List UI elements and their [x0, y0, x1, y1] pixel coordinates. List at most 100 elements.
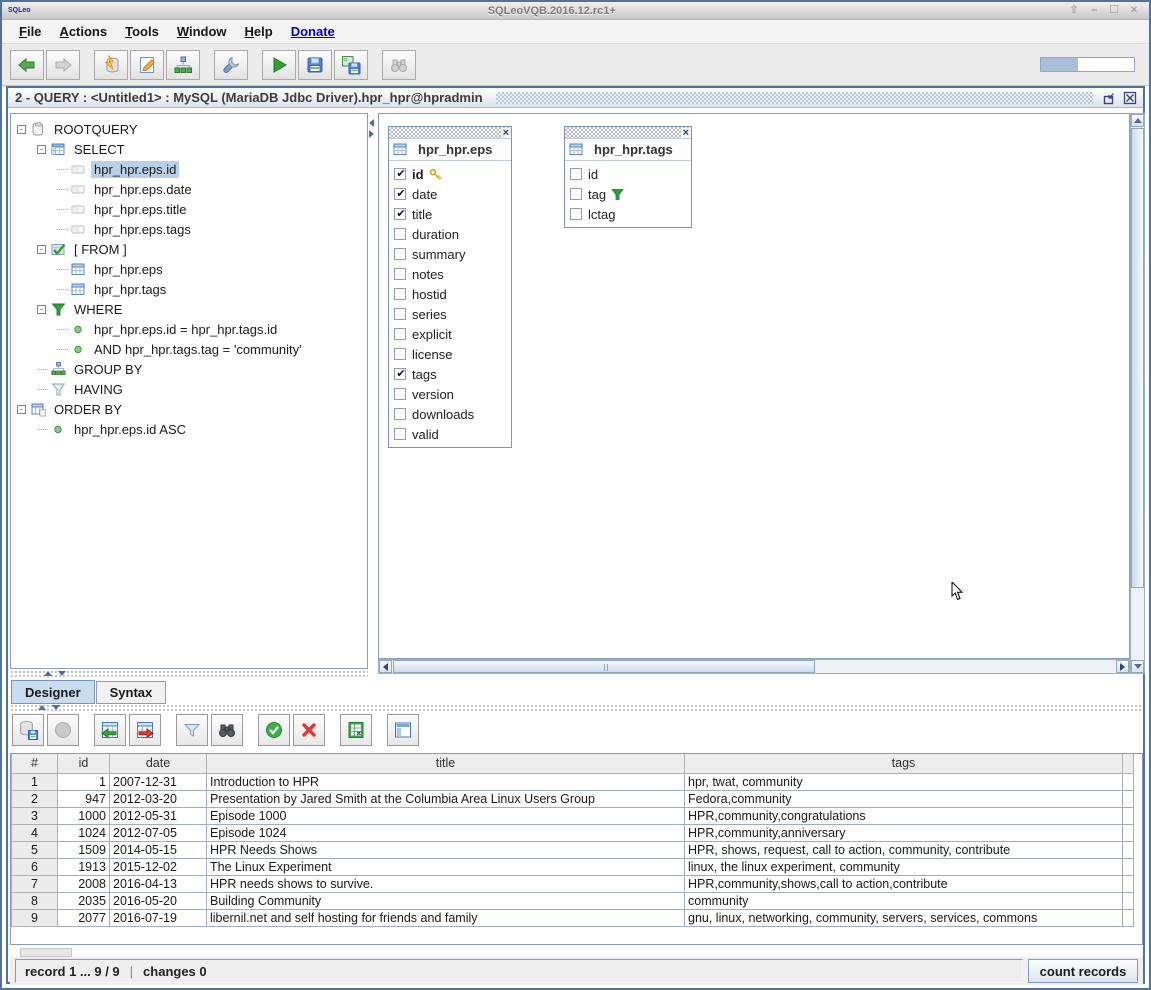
splitter-collapse-left-icon[interactable] [369, 119, 374, 127]
table-row[interactable]: 112007-12-31Introduction to HPRhpr, twat… [12, 773, 1134, 790]
menu-donate[interactable]: Donate [282, 21, 344, 42]
tree-horizontal-splitter[interactable] [10, 670, 368, 678]
column-header-id[interactable]: id [58, 754, 110, 773]
tree-node[interactable]: hpr_hpr.eps [11, 259, 367, 279]
tree-node[interactable]: -SELECT [11, 139, 367, 159]
cell-id[interactable]: 1000 [58, 807, 110, 824]
cell-tags[interactable]: HPR,community,shows,call to action,contr… [685, 875, 1123, 892]
row-number[interactable]: 7 [12, 875, 58, 892]
field-checkbox[interactable] [394, 348, 406, 360]
field-checkbox[interactable] [394, 168, 406, 180]
card-field-tags[interactable]: tags [394, 364, 511, 384]
card-title[interactable]: hpr_hpr.eps [389, 139, 511, 161]
cell-title[interactable]: libernil.net and self hosting for friend… [207, 909, 685, 926]
field-checkbox[interactable] [570, 168, 582, 180]
tree-collapse-handle-icon[interactable]: - [17, 405, 26, 414]
restore-icon[interactable] [1099, 90, 1117, 106]
grid-prev-button[interactable] [94, 714, 126, 746]
card-field-date[interactable]: date [394, 184, 511, 204]
tree-node[interactable]: hpr_hpr.eps.tags [11, 219, 367, 239]
field-checkbox[interactable] [570, 208, 582, 220]
cell-date[interactable]: 2007-12-31 [110, 773, 207, 790]
cell-date[interactable]: 2015-12-02 [110, 858, 207, 875]
table-row[interactable]: 310002012-05-31Episode 1000HPR,community… [12, 807, 1134, 824]
close-icon[interactable] [1121, 90, 1139, 106]
field-checkbox[interactable] [394, 248, 406, 260]
cell-id[interactable]: 1913 [58, 858, 110, 875]
cell-id[interactable]: 1509 [58, 841, 110, 858]
results-table[interactable]: #iddatetitletags 112007-12-31Introductio… [11, 754, 1134, 927]
cell-date[interactable]: 2016-05-20 [110, 892, 207, 909]
shade-button[interactable]: ⇧ [1067, 4, 1081, 17]
card-field-id[interactable]: id [570, 164, 691, 184]
tab-designer[interactable]: Designer [11, 680, 95, 704]
cell-date[interactable]: 2016-04-13 [110, 875, 207, 892]
column-header-title[interactable]: title [207, 754, 685, 773]
run-button[interactable] [262, 50, 296, 80]
frame-titlebar[interactable]: 2 - QUERY : <Untitled1> : MySQL (MariaDB… [8, 88, 1143, 108]
tree-node[interactable]: hpr_hpr.eps.id [11, 159, 367, 179]
window-titlebar[interactable]: SQLeo SQLeoVQB.2016.12.rc1+ ⇧ – ☐ × [2, 2, 1149, 20]
diagram-vertical-scrollbar[interactable] [1130, 113, 1145, 674]
row-number[interactable]: 5 [12, 841, 58, 858]
field-checkbox[interactable] [394, 188, 406, 200]
row-number[interactable]: 6 [12, 858, 58, 875]
results-splitter[interactable] [10, 704, 1143, 711]
table-row[interactable]: 720082016-04-13HPR needs shows to surviv… [12, 875, 1134, 892]
find-dark-button[interactable] [211, 714, 243, 746]
field-checkbox[interactable] [394, 288, 406, 300]
cell-tags[interactable]: linux, the linux experiment, community [685, 858, 1123, 875]
tree-node[interactable]: -WHERE [11, 299, 367, 319]
cell-date[interactable]: 2012-03-20 [110, 790, 207, 807]
tree-node[interactable]: -ROOTQUERY [11, 119, 367, 139]
card-field-notes[interactable]: notes [394, 264, 511, 284]
cell-id[interactable]: 1024 [58, 824, 110, 841]
table-card-eps[interactable]: ×hpr_hpr.epsiddatetitledurationsummaryno… [388, 126, 512, 448]
card-title[interactable]: hpr_hpr.tags [565, 139, 691, 161]
column-header-tags[interactable]: tags [685, 754, 1123, 773]
cell-title[interactable]: HPR needs shows to survive. [207, 875, 685, 892]
table-row[interactable]: 920772016-07-19libernil.net and self hos… [12, 909, 1134, 926]
tree-node[interactable]: hpr_hpr.tags [11, 279, 367, 299]
diagram-canvas[interactable]: ×hpr_hpr.epsiddatetitledurationsummaryno… [378, 113, 1130, 659]
card-drag-strip[interactable]: × [565, 127, 691, 139]
field-checkbox[interactable] [394, 408, 406, 420]
cell-date[interactable]: 2012-05-31 [110, 807, 207, 824]
field-checkbox[interactable] [394, 328, 406, 340]
menu-file[interactable]: File [10, 21, 50, 42]
diagram-horizontal-scrollbar[interactable] [378, 659, 1130, 674]
save-button[interactable] [298, 50, 332, 80]
field-checkbox[interactable] [394, 268, 406, 280]
card-field-downloads[interactable]: downloads [394, 404, 511, 424]
card-field-hostid[interactable]: hostid [394, 284, 511, 304]
tree-collapse-handle-icon[interactable]: - [37, 145, 46, 154]
cell-tags[interactable]: HPR, shows, request, call to action, com… [685, 841, 1123, 858]
field-checkbox[interactable] [394, 428, 406, 440]
close-icon[interactable]: × [501, 128, 511, 138]
back-button[interactable] [10, 50, 44, 80]
tree-node[interactable]: hpr_hpr.eps.id ASC [11, 419, 367, 439]
cell-title[interactable]: Introduction to HPR [207, 773, 685, 790]
row-number[interactable]: 9 [12, 909, 58, 926]
filter-funnel-button[interactable] [176, 714, 208, 746]
cell-id[interactable]: 1 [58, 773, 110, 790]
cell-date[interactable]: 2014-05-15 [110, 841, 207, 858]
row-number[interactable]: 8 [12, 892, 58, 909]
row-number[interactable]: 3 [12, 807, 58, 824]
close-button[interactable]: × [1127, 4, 1141, 17]
db-save-button[interactable] [12, 714, 44, 746]
cell-title[interactable]: Episode 1000 [207, 807, 685, 824]
cell-tags[interactable]: HPR,community,congratulations [685, 807, 1123, 824]
field-checkbox[interactable] [394, 368, 406, 380]
table-row[interactable]: 619132015-12-02The Linux Experimentlinux… [12, 858, 1134, 875]
menu-tools[interactable]: Tools [116, 21, 168, 42]
column-header-date[interactable]: date [110, 754, 207, 773]
cell-date[interactable]: 2012-07-05 [110, 824, 207, 841]
card-drag-strip[interactable]: × [389, 127, 511, 139]
field-checkbox[interactable] [570, 188, 582, 200]
cell-title[interactable]: Episode 1024 [207, 824, 685, 841]
cell-id[interactable]: 2035 [58, 892, 110, 909]
card-field-version[interactable]: version [394, 384, 511, 404]
table-row[interactable]: 515092014-05-15HPR Needs ShowsHPR, shows… [12, 841, 1134, 858]
table-row[interactable]: 820352016-05-20Building Communitycommuni… [12, 892, 1134, 909]
